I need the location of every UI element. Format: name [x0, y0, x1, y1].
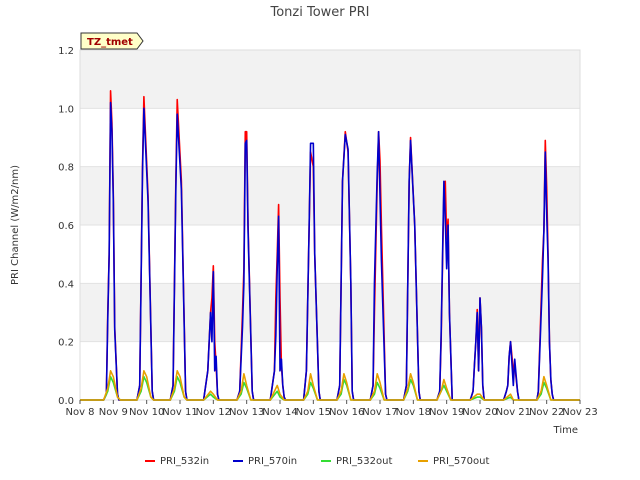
y-tick-label: 0.0 — [58, 396, 74, 407]
site-badge-text: TZ_tmet — [87, 37, 133, 48]
site-badge: TZ_tmet — [80, 32, 144, 50]
legend-label: PRI_532in — [160, 456, 209, 467]
grid-band — [80, 50, 580, 109]
x-tick-label: Nov 10 — [129, 407, 164, 418]
grid-band — [80, 108, 580, 167]
y-tick-label: 0.2 — [58, 338, 74, 349]
x-tick-label: Nov 12 — [196, 407, 231, 418]
y-tick-label: 0.6 — [58, 221, 74, 232]
chart-title: Tonzi Tower PRI — [270, 5, 370, 20]
x-tick-label: Nov 21 — [496, 407, 531, 418]
grid-band — [80, 341, 580, 400]
x-tick-label: Nov 13 — [229, 407, 264, 418]
x-tick-label: Nov 8 — [65, 407, 94, 418]
x-tick-label: Nov 19 — [429, 407, 464, 418]
pri-line-chart: Tonzi Tower PRI 0.0 0.2 0.4 0.6 0.8 1.0 1.2 No… — [10, 5, 598, 467]
x-tick-label: Nov 16 — [329, 407, 364, 418]
legend-label: PRI_570in — [248, 456, 297, 467]
y-axis-label: PRI Channel (W/m2/nm) — [10, 165, 21, 285]
x-tick-label: Nov 23 — [562, 407, 597, 418]
grid-band — [80, 283, 580, 342]
legend-label: PRI_570out — [433, 456, 489, 467]
legend: PRI_532in PRI_570in PRI_532out PRI_570out — [145, 456, 489, 467]
x-tick-label: Nov 20 — [462, 407, 497, 418]
legend-label: PRI_532out — [336, 456, 392, 467]
x-tick-label: Nov 18 — [396, 407, 431, 418]
x-tick-label: Nov 15 — [296, 407, 331, 418]
grid-band — [80, 225, 580, 284]
y-axis-ticks: 0.0 0.2 0.4 0.6 0.8 1.0 1.2 — [58, 46, 74, 407]
x-axis-label: Time — [553, 425, 578, 436]
y-tick-label: 0.8 — [58, 163, 74, 174]
x-tick-label: Nov 9 — [99, 407, 128, 418]
x-tick-label: Nov 14 — [262, 407, 297, 418]
grid-band — [80, 166, 580, 225]
y-tick-label: 1.0 — [58, 104, 74, 115]
y-tick-label: 0.4 — [58, 279, 74, 290]
x-tick-label: Nov 22 — [529, 407, 564, 418]
x-tick-label: Nov 17 — [362, 407, 397, 418]
x-tick-label: Nov 11 — [162, 407, 197, 418]
y-tick-label: 1.2 — [58, 46, 74, 57]
x-axis-ticks: Nov 8 Nov 9 Nov 10Nov 11Nov 12Nov 13Nov 14… — [65, 400, 598, 418]
